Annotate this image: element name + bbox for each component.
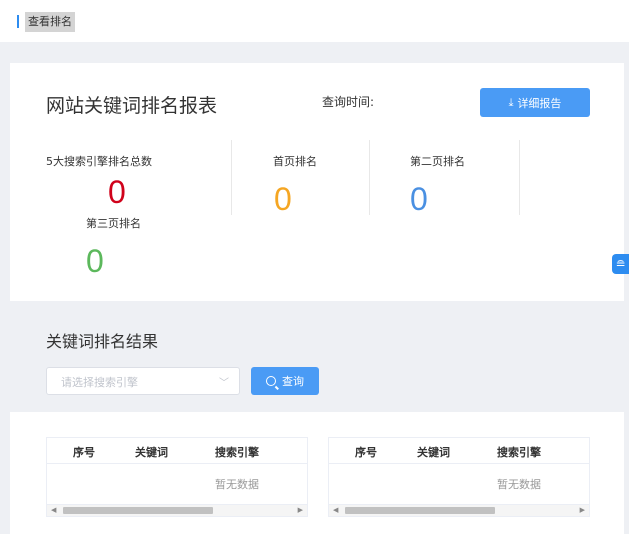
scroll-left-icon[interactable]: ◀ bbox=[333, 505, 338, 516]
search-engine-placeholder: 请选择搜索引擎 bbox=[61, 376, 138, 389]
results-table: 序号 关键词 搜索引擎 暂无数据 ◀ ▶ bbox=[46, 437, 308, 517]
stat-second-page-label: 第二页排名 bbox=[410, 155, 465, 168]
detail-report-button[interactable]: ⤓ 详细报告 bbox=[480, 88, 590, 117]
horizontal-scrollbar[interactable]: ◀ ▶ bbox=[47, 504, 307, 516]
table-empty-text: 暂无数据 bbox=[497, 478, 541, 491]
stat-total-value: 0 bbox=[108, 174, 126, 210]
stat-total-label: 5大搜索引擎排名总数 bbox=[46, 155, 152, 168]
download-icon: ⤓ bbox=[508, 96, 514, 109]
table-header-row: 序号 关键词 搜索引擎 bbox=[47, 438, 307, 464]
report-title: 网站关键词排名报表 bbox=[46, 95, 218, 117]
query-button[interactable]: 查询 bbox=[251, 367, 319, 395]
results-table: 序号 关键词 搜索引擎 暂无数据 ◀ ▶ bbox=[328, 437, 590, 517]
table-empty-text: 暂无数据 bbox=[215, 478, 259, 491]
query-button-label: 查询 bbox=[282, 375, 304, 388]
breadcrumb-item[interactable]: 查看排名 bbox=[25, 12, 75, 32]
scroll-left-icon[interactable]: ◀ bbox=[51, 505, 56, 516]
stat-divider bbox=[231, 140, 232, 215]
scroll-right-icon[interactable]: ▶ bbox=[580, 505, 585, 516]
breadcrumb-accent bbox=[17, 15, 19, 28]
column-header-keyword: 关键词 bbox=[135, 446, 168, 459]
table-header-row: 序号 关键词 搜索引擎 bbox=[329, 438, 589, 464]
scroll-right-icon[interactable]: ▶ bbox=[298, 505, 303, 516]
search-engine-select[interactable]: 请选择搜索引擎 ﹀ bbox=[46, 367, 240, 395]
stat-first-page-value: 0 bbox=[274, 181, 292, 217]
column-header-index: 序号 bbox=[73, 446, 95, 459]
stat-divider bbox=[369, 140, 370, 215]
side-float-tab[interactable]: ≘ bbox=[612, 254, 629, 274]
results-title: 关键词排名结果 bbox=[46, 332, 159, 351]
detail-report-label: 详细报告 bbox=[517, 96, 562, 110]
column-header-keyword: 关键词 bbox=[417, 446, 450, 459]
chevron-down-icon: ﹀ bbox=[219, 378, 229, 389]
column-header-engine: 搜索引擎 bbox=[215, 446, 259, 459]
search-icon bbox=[266, 376, 276, 386]
stat-first-page-label: 首页排名 bbox=[273, 155, 317, 168]
column-header-engine: 搜索引擎 bbox=[497, 446, 541, 459]
scrollbar-thumb[interactable] bbox=[63, 507, 213, 514]
column-header-index: 序号 bbox=[355, 446, 377, 459]
report-card: 网站关键词排名报表 查询时间: ⤓ 详细报告 5大搜索引擎排名总数 0 首页排名… bbox=[10, 63, 624, 301]
stat-second-page-value: 0 bbox=[410, 181, 428, 217]
horizontal-scrollbar[interactable]: ◀ ▶ bbox=[329, 504, 589, 516]
chat-icon: ≘ bbox=[615, 257, 626, 271]
stat-third-page-label: 第三页排名 bbox=[86, 217, 141, 230]
query-time-label: 查询时间: bbox=[322, 95, 375, 109]
top-bar: 查看排名 bbox=[0, 0, 629, 42]
scrollbar-thumb[interactable] bbox=[345, 507, 495, 514]
stat-divider bbox=[519, 140, 520, 215]
stat-third-page-value: 0 bbox=[86, 243, 104, 279]
